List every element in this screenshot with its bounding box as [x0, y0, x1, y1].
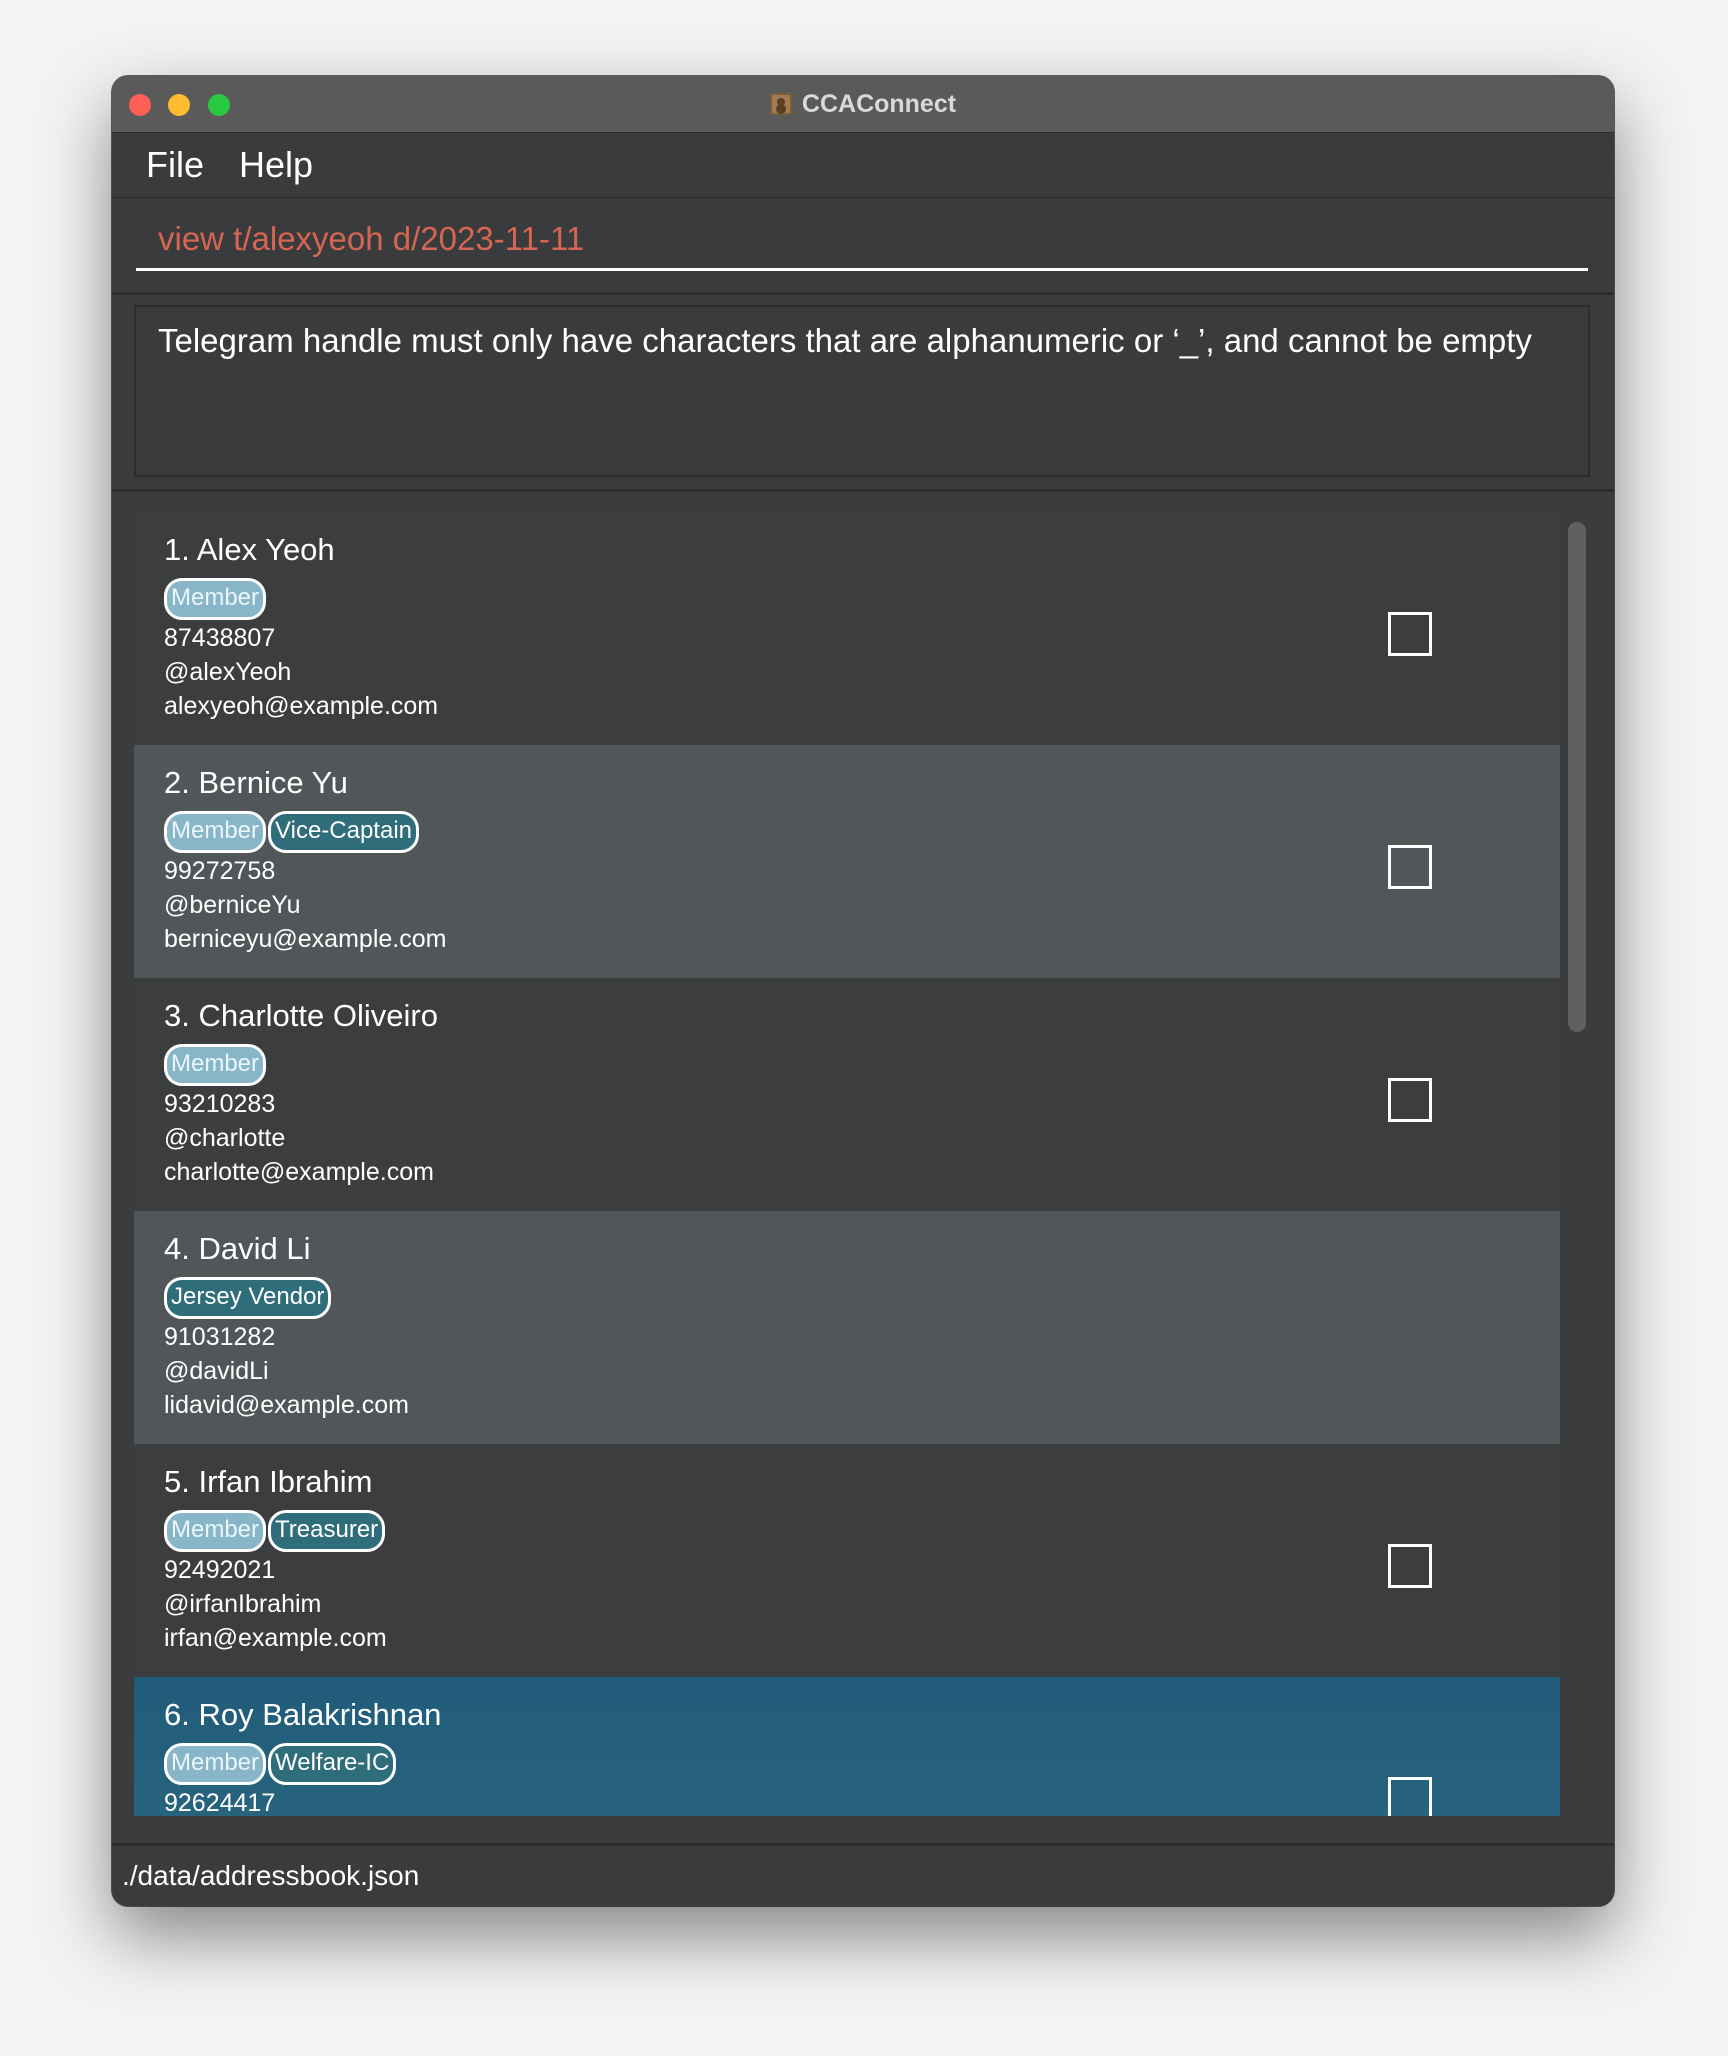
app-window: CCAConnect File Help view t/alexyeoh d/2… — [112, 76, 1614, 1906]
divider — [112, 292, 1614, 295]
title-wrap: CCAConnect — [112, 76, 1614, 132]
member-telegram: @berniceYu — [164, 891, 301, 919]
member-name: 2. Bernice Yu — [164, 765, 348, 800]
member-tags: Member — [164, 1044, 267, 1086]
window-title: CCAConnect — [801, 89, 957, 118]
member-telegram: @davidLi — [164, 1357, 269, 1385]
attendance-checkbox[interactable] — [1388, 845, 1432, 889]
attendance-checkbox[interactable] — [1388, 1777, 1432, 1816]
attendance-checkbox[interactable] — [1388, 1544, 1432, 1588]
status-bar: ./data/addressbook.json — [112, 1843, 1614, 1906]
member-telegram: @irfanIbrahim — [164, 1590, 322, 1618]
member-phone: 93210283 — [164, 1090, 276, 1118]
member-email: irfan@example.com — [164, 1624, 387, 1652]
member-tags: Member Treasurer — [164, 1510, 386, 1552]
attendance-checkbox[interactable] — [1388, 612, 1432, 656]
member-tag: Member — [164, 1510, 267, 1552]
member-name: 1. Alex Yeoh — [164, 532, 335, 567]
menu-help[interactable]: Help — [239, 133, 313, 197]
app-contacts-icon — [769, 93, 792, 115]
member-tag: Treasurer — [268, 1510, 386, 1552]
attendance-checkbox[interactable] — [1388, 1078, 1432, 1122]
member-name: 3. Charlotte Oliveiro — [164, 998, 438, 1033]
member-card[interactable]: 4. David Li Jersey Vendor 91031282 @davidLi… — [134, 1211, 1560, 1444]
menu-file[interactable]: File — [146, 133, 204, 197]
command-text: view t/alexyeoh d/2023-11-11 — [158, 220, 585, 257]
member-name: 4. David Li — [164, 1231, 311, 1266]
member-card[interactable]: 5. Irfan Ibrahim Member Treasurer 92492021 @… — [134, 1444, 1560, 1677]
member-phone: 91031282 — [164, 1323, 276, 1351]
member-tags: Member — [164, 578, 267, 620]
member-email: berniceyu@example.com — [164, 925, 447, 953]
member-tag: Member — [164, 811, 267, 853]
member-tag: Member — [164, 578, 267, 620]
member-name: 5. Irfan Ibrahim — [164, 1464, 373, 1499]
data-file-path: ./data/addressbook.json — [122, 1860, 420, 1891]
member-email: lidavid@example.com — [164, 1391, 409, 1419]
list-scrollbar[interactable] — [1568, 522, 1586, 1032]
divider — [112, 489, 1614, 492]
member-telegram: @charlotte — [164, 1124, 286, 1152]
member-telegram: @alexYeoh — [164, 658, 292, 686]
menu-bar: File Help — [112, 133, 1614, 198]
member-email: charlotte@example.com — [164, 1158, 434, 1186]
member-email: alexyeoh@example.com — [164, 692, 439, 720]
command-input[interactable]: view t/alexyeoh d/2023-11-11 — [136, 210, 1588, 271]
member-list[interactable]: 1. Alex Yeoh Member 87438807 @alexYeoh alexy… — [134, 512, 1560, 1816]
member-phone: 92624417 — [164, 1789, 276, 1816]
member-tags: Member Vice-Captain — [164, 811, 419, 853]
member-card[interactable]: 6. Roy Balakrishnan Member Welfare-IC 92624… — [134, 1677, 1560, 1816]
member-card[interactable]: 3. Charlotte Oliveiro Member 93210283 @char… — [134, 978, 1560, 1211]
member-tags: Member Welfare-IC — [164, 1743, 397, 1785]
member-tag: Member — [164, 1044, 267, 1086]
member-card[interactable]: 2. Bernice Yu Member Vice-Captain 99272758 @… — [134, 745, 1560, 978]
member-tag: Jersey Vendor — [164, 1277, 332, 1319]
command-area: view t/alexyeoh d/2023-11-11 — [112, 198, 1614, 292]
member-phone: 92492021 — [164, 1556, 276, 1584]
member-phone: 99272758 — [164, 857, 276, 885]
member-card[interactable]: 1. Alex Yeoh Member 87438807 @alexYeoh alexy… — [134, 512, 1560, 745]
member-tag: Vice-Captain — [268, 811, 419, 853]
result-message: Telegram handle must only have character… — [158, 322, 1532, 359]
member-tag: Welfare-IC — [268, 1743, 397, 1785]
member-tag: Member — [164, 1743, 267, 1785]
title-bar: CCAConnect — [112, 76, 1614, 133]
result-display[interactable]: Telegram handle must only have character… — [134, 305, 1590, 477]
member-phone: 87438807 — [164, 624, 276, 652]
member-tags: Jersey Vendor — [164, 1277, 332, 1319]
member-name: 6. Roy Balakrishnan — [164, 1697, 442, 1732]
